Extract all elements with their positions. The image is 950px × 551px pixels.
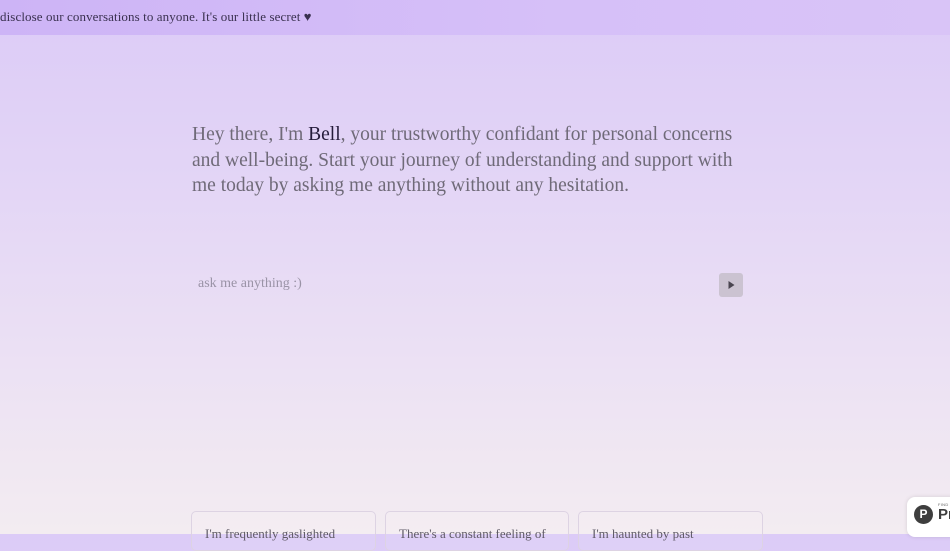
badge-big-text: Pr (938, 506, 950, 523)
play-triangle-icon (728, 281, 735, 289)
intro-text-before-name: Hey there, I'm (192, 124, 309, 145)
ask-form (192, 266, 745, 302)
suggestion-card-3[interactable]: I'm haunted by past (578, 511, 763, 551)
suggestion-card-2[interactable]: There's a constant feeling of (385, 511, 569, 551)
assistant-name: Bell (308, 124, 341, 145)
top-banner: disclose our conversations to anyone. It… (0, 0, 950, 35)
producthunt-icon: P (914, 505, 933, 524)
banner-marquee-text: disclose our conversations to anyone. It… (0, 9, 312, 24)
suggestion-card-1[interactable]: I'm frequently gaslighted (191, 511, 376, 551)
send-button[interactable] (719, 273, 743, 297)
product-hunt-badge[interactable]: P FIND Pr (907, 497, 950, 537)
intro-paragraph: Hey there, I'm Bell, your trustworthy co… (192, 122, 752, 199)
ask-input[interactable] (192, 266, 712, 302)
